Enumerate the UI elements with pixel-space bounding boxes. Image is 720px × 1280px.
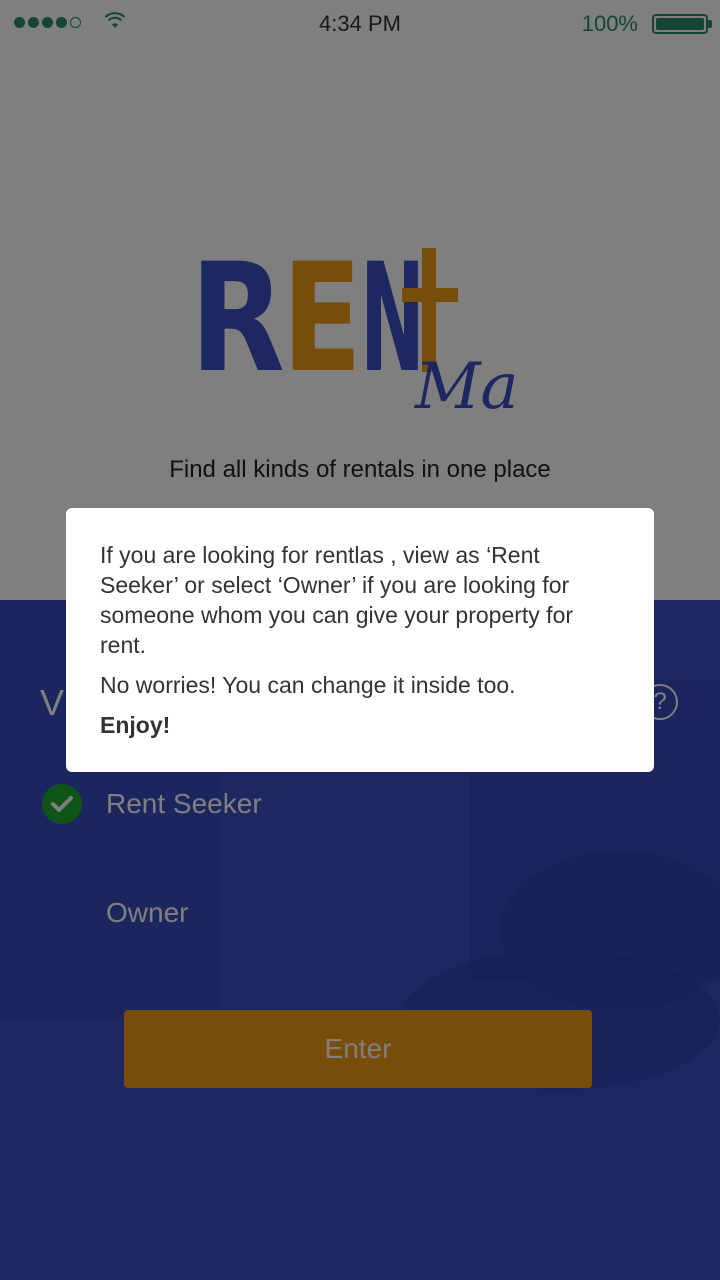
dialog-enjoy: Enjoy! — [100, 712, 171, 738]
dialog-paragraph: If you are looking for rentlas , view as… — [100, 542, 574, 658]
info-dialog: If you are looking for rentlas , view as… — [66, 508, 654, 772]
dialog-paragraph: No worries! You can change it inside too… — [100, 672, 516, 698]
